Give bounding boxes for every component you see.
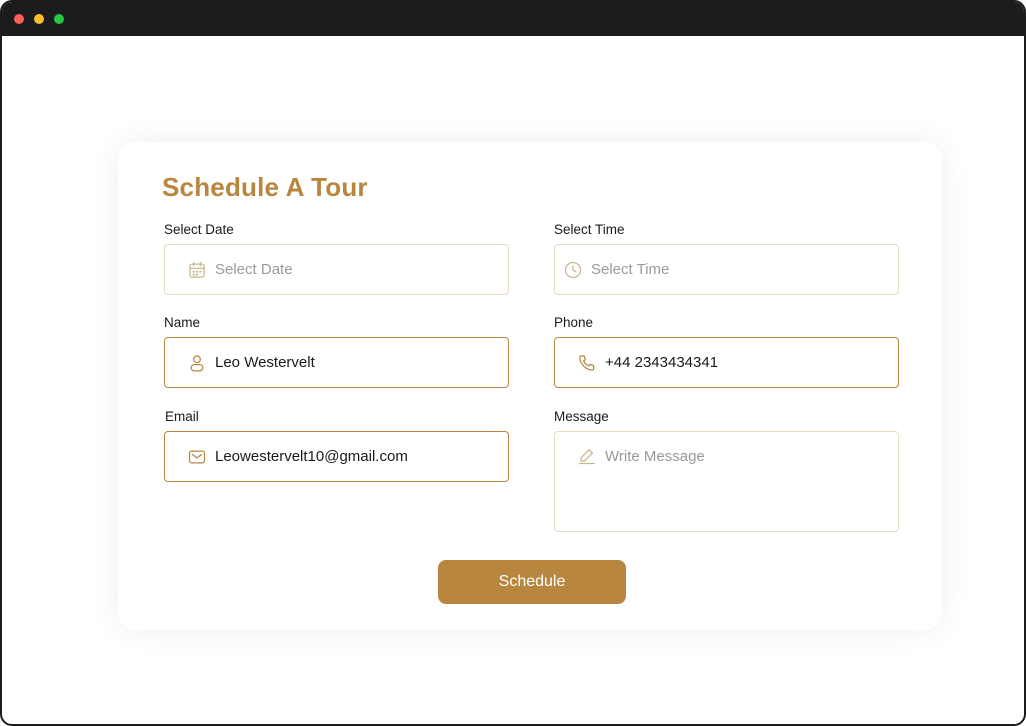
- date-field[interactable]: [164, 244, 509, 295]
- time-label: Select Time: [554, 222, 625, 237]
- email-field[interactable]: [164, 431, 509, 482]
- name-label: Name: [164, 315, 201, 330]
- user-icon: [187, 353, 207, 373]
- name-field[interactable]: [164, 337, 509, 388]
- date-label: Select Date: [164, 222, 234, 237]
- browser-window: Schedule A Tour Select Date Select Date …: [0, 0, 1026, 726]
- calendar-icon: [187, 260, 207, 280]
- email-label: Email: [165, 409, 199, 424]
- phone-label: Phone: [554, 315, 594, 330]
- form-title: Schedule A Tour: [162, 172, 368, 202]
- date-input[interactable]: [215, 261, 495, 278]
- pencil-icon: [577, 446, 597, 466]
- maximize-window-button[interactable]: [54, 14, 64, 24]
- message-label: Message: [554, 409, 609, 424]
- name-input[interactable]: [215, 354, 495, 371]
- email-input[interactable]: [215, 448, 495, 465]
- phone-field[interactable]: [554, 337, 899, 388]
- window-titlebar: [2, 2, 1024, 36]
- schedule-tour-card: Schedule A Tour Select Date Select Date …: [118, 142, 942, 630]
- schedule-button[interactable]: Schedule: [438, 560, 626, 604]
- minimize-window-button[interactable]: [34, 14, 44, 24]
- message-input[interactable]: [605, 448, 885, 518]
- phone-input[interactable]: [605, 354, 885, 371]
- phone-icon: [577, 353, 597, 373]
- message-field[interactable]: [554, 431, 899, 532]
- clock-icon: [563, 260, 583, 280]
- close-window-button[interactable]: [14, 14, 24, 24]
- time-input[interactable]: [591, 261, 871, 278]
- time-field[interactable]: [554, 244, 899, 295]
- mail-icon: [187, 447, 207, 467]
